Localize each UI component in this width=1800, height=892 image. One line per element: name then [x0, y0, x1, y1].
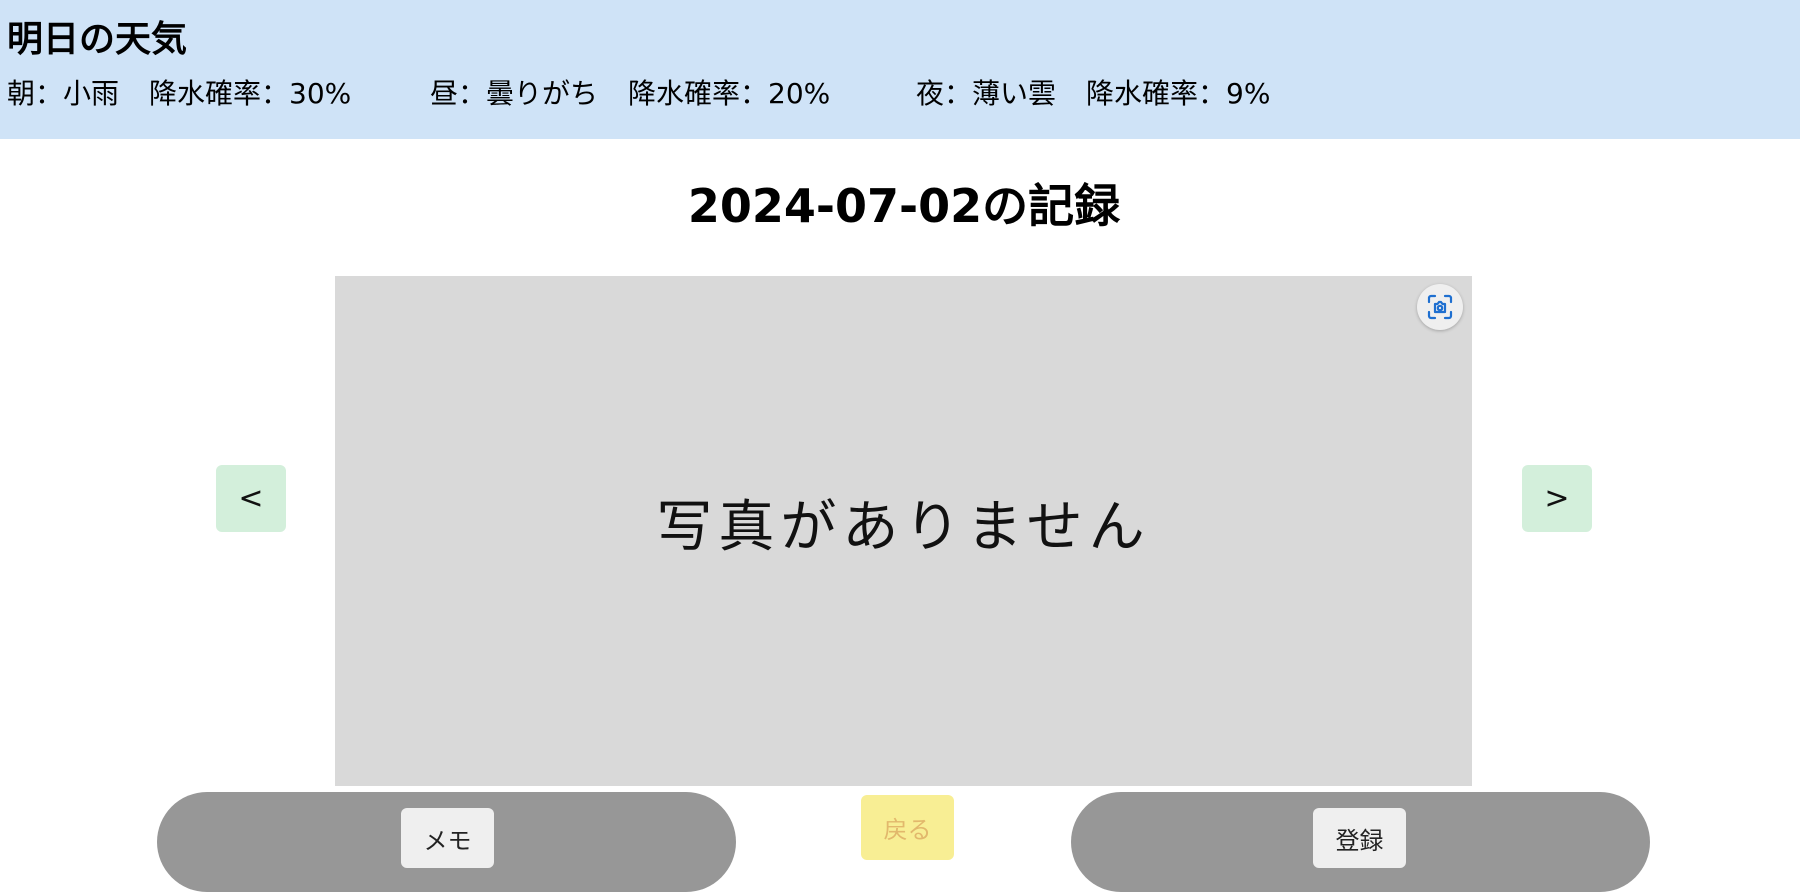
- focus-camera-button[interactable]: [1417, 284, 1463, 330]
- next-button[interactable]: >: [1522, 465, 1592, 532]
- no-photo-text: 写真がありません: [656, 495, 1151, 560]
- register-button[interactable]: 登録: [1313, 808, 1406, 868]
- photo-area: 写真がありません: [335, 276, 1472, 786]
- forecast-night-label: 夜：薄い雲: [916, 77, 1057, 110]
- record-title: 2024-07-02の記録: [687, 179, 1121, 233]
- focus-camera-icon: [1427, 294, 1453, 320]
- forecast-noon-label: 昼：曇りがち: [430, 77, 599, 110]
- forecast-morning-label: 朝：小雨: [7, 77, 120, 110]
- back-button[interactable]: 戻る: [861, 795, 954, 860]
- forecast-noon-rain: 降水確率：20%: [628, 77, 831, 110]
- weather-title: 明日の天気: [7, 19, 188, 60]
- forecast-night: 夜：薄い雲 降水確率：9%: [916, 72, 1270, 116]
- memo-button[interactable]: メモ: [401, 808, 494, 868]
- forecast-morning-rain: 降水確率：30%: [149, 77, 352, 110]
- forecast-morning: 朝：小雨 降水確率：30%: [7, 72, 351, 116]
- weather-banner: 明日の天気 朝：小雨 降水確率：30% 昼：曇りがち 降水確率：20% 夜：薄い雲降…: [0, 0, 1800, 139]
- prev-button[interactable]: <: [216, 465, 286, 532]
- forecast-night-rain: 降水確率：9%: [1086, 77, 1271, 110]
- forecast-noon: 昼：曇りがち 降水確率：20%: [430, 72, 830, 116]
